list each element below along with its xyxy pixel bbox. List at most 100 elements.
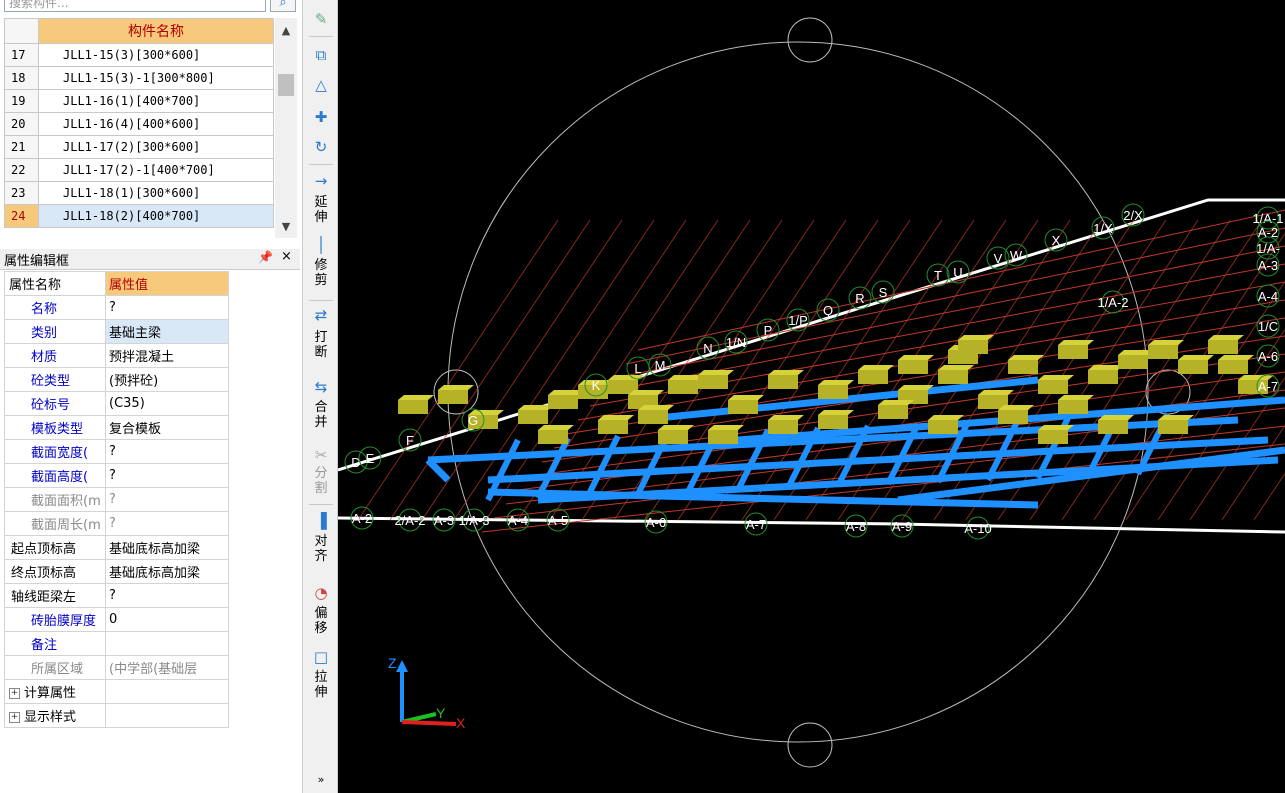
concrete-block-top xyxy=(768,370,804,375)
break-icon[interactable]: ⇄ xyxy=(309,306,333,324)
property-value[interactable]: 预拌混凝土 xyxy=(105,343,229,368)
pin-icon[interactable]: 📌 xyxy=(258,250,273,264)
close-icon[interactable]: × xyxy=(281,249,292,264)
property-value[interactable]: 复合模板 xyxy=(105,415,229,440)
move-icon[interactable]: ✚ xyxy=(309,108,333,126)
component-row[interactable]: 21 JLL1-17(2)[300*600] xyxy=(4,135,274,159)
property-group[interactable]: + 显示样式 xyxy=(4,703,106,728)
offset-button[interactable]: 偏移 xyxy=(312,606,330,636)
axis-label: A-3 xyxy=(1258,258,1278,273)
merge-button[interactable]: 合并 xyxy=(312,400,330,430)
scroll-thumb[interactable] xyxy=(278,74,294,96)
component-row[interactable]: 20 JLL1-16(4)[400*600] xyxy=(4,112,274,136)
split-button[interactable]: 分割 xyxy=(312,466,330,496)
component-name[interactable]: JLL1-17(2)[300*600] xyxy=(38,135,274,159)
merge-icon[interactable]: ⇆ xyxy=(309,378,333,396)
rotate-icon[interactable]: ↻ xyxy=(309,138,333,156)
property-group-row[interactable]: + 计算属性 xyxy=(4,679,229,704)
3d-viewport[interactable]: D E F G K L M N 1/N P 1/P Q R S T U V W X 1/X 2/X 1/A-2 A-2 2/A… xyxy=(338,0,1285,793)
component-name-header[interactable]: 构件名称 xyxy=(38,18,274,44)
more-button[interactable]: » xyxy=(311,772,331,787)
extend-button[interactable]: 延伸 xyxy=(312,195,330,225)
component-name[interactable]: JLL1-18(1)[300*600] xyxy=(38,181,274,205)
foundation-beam xyxy=(535,436,571,500)
property-name: 模板类型 xyxy=(4,415,106,440)
property-row[interactable]: 起点顶标高 基础底标高加梁 xyxy=(4,535,229,560)
property-value[interactable]: ? xyxy=(105,583,229,608)
offset-icon[interactable]: ◔ xyxy=(309,584,333,602)
component-name[interactable]: JLL1-15(3)-1[300*800] xyxy=(38,66,274,90)
component-row[interactable]: 17 JLL1-15(3)[300*600] xyxy=(4,43,274,67)
component-row[interactable]: 22 JLL1-17(2)-1[400*700] xyxy=(4,158,274,182)
property-row[interactable]: 截面高度(? xyxy=(4,463,229,488)
component-table-scrollbar[interactable]: ▲ ▼ xyxy=(275,18,297,238)
component-name[interactable]: JLL1-16(4)[400*600] xyxy=(38,112,274,136)
model-canvas[interactable]: D EFGKL MN 1/NP1/PQR ST UV WX1/X2/X1/A-2A-2 2/A… xyxy=(338,0,1285,793)
trim-icon[interactable]: │ xyxy=(309,236,333,254)
stretch-icon[interactable]: □ xyxy=(309,648,333,666)
search-button[interactable]: ⌕ xyxy=(270,0,296,12)
scroll-down-icon[interactable]: ▼ xyxy=(275,218,297,236)
property-row[interactable]: 名称? xyxy=(4,295,229,320)
concrete-block-top xyxy=(728,395,764,400)
component-name[interactable]: JLL1-18(2)[400*700] xyxy=(38,204,274,228)
trim-button[interactable]: 修剪 xyxy=(312,258,330,288)
component-name[interactable]: JLL1-16(1)[400*700] xyxy=(38,89,274,113)
property-row[interactable]: 终点顶标高 基础底标高加梁 xyxy=(4,559,229,584)
search-input[interactable]: 搜索构件... xyxy=(4,0,266,12)
property-value[interactable]: 0 xyxy=(105,607,229,632)
align-icon[interactable]: ▐ xyxy=(309,512,333,530)
brush-icon[interactable]: ✎ xyxy=(309,10,333,28)
component-row[interactable]: 23 JLL1-18(1)[300*600] xyxy=(4,181,274,205)
property-row[interactable]: 类别 基础主梁 xyxy=(4,319,229,344)
property-row[interactable]: 截面宽度(? xyxy=(4,439,229,464)
break-button[interactable]: 打断 xyxy=(312,330,330,360)
property-name-header: 属性名称 xyxy=(4,271,106,296)
scroll-up-icon[interactable]: ▲ xyxy=(275,22,297,40)
concrete-block xyxy=(598,420,628,434)
concrete-block xyxy=(1058,400,1088,414)
property-row[interactable]: 材质 预拌混凝土 xyxy=(4,343,229,368)
property-value[interactable]: 基础底标高加梁 xyxy=(105,535,229,560)
property-value[interactable]: ? xyxy=(105,295,229,320)
property-group[interactable]: + 计算属性 xyxy=(4,679,106,704)
property-row[interactable]: 模板类型 复合模板 xyxy=(4,415,229,440)
mirror-icon[interactable]: △ xyxy=(309,76,333,94)
property-row[interactable]: 截面面积(m? xyxy=(4,487,229,512)
property-row[interactable]: 截面周长(m? xyxy=(4,511,229,536)
property-value[interactable]: (C35) xyxy=(105,391,229,416)
component-name[interactable]: JLL1-15(3)[300*600] xyxy=(38,43,274,67)
property-value[interactable]: ? xyxy=(105,511,229,536)
copy-icon[interactable]: ⧉ xyxy=(309,46,333,64)
concrete-block xyxy=(1098,420,1128,434)
property-value[interactable]: ? xyxy=(105,487,229,512)
extend-icon[interactable]: → xyxy=(309,172,333,190)
row-number: 23 xyxy=(4,181,39,205)
row-number: 21 xyxy=(4,135,39,159)
property-value[interactable]: ? xyxy=(105,463,229,488)
property-row[interactable]: 所属区域 (中学部(基础层 xyxy=(4,655,229,680)
component-row[interactable]: 24 JLL1-18(2)[400*700] xyxy=(4,204,274,228)
property-value[interactable]: ? xyxy=(105,439,229,464)
property-group-row[interactable]: + 显示样式 xyxy=(4,703,229,728)
component-row[interactable]: 19 JLL1-16(1)[400*700] xyxy=(4,89,274,113)
property-row[interactable]: 砼标号 (C35) xyxy=(4,391,229,416)
property-value[interactable]: (预拌砼) xyxy=(105,367,229,392)
property-row[interactable]: 砖胎膜厚度 0 xyxy=(4,607,229,632)
expand-icon[interactable]: + xyxy=(9,688,20,699)
property-value[interactable]: 基础底标高加梁 xyxy=(105,559,229,584)
align-button[interactable]: 对齐 xyxy=(312,534,330,564)
property-value[interactable] xyxy=(105,631,229,656)
expand-icon[interactable]: + xyxy=(9,712,20,723)
property-row[interactable]: 轴线距梁左? xyxy=(4,583,229,608)
component-row[interactable]: 18 JLL1-15(3)-1[300*800] xyxy=(4,66,274,90)
property-value[interactable]: (中学部(基础层 xyxy=(105,655,229,680)
stretch-button[interactable]: 拉伸 xyxy=(312,670,330,700)
property-row[interactable]: 备注 xyxy=(4,631,229,656)
property-value[interactable]: 基础主梁 xyxy=(105,319,229,344)
property-row[interactable]: 砼类型 (预拌砼) xyxy=(4,367,229,392)
concrete-block xyxy=(658,430,688,444)
split-icon[interactable]: ✂ xyxy=(309,446,333,464)
search-icon: ⌕ xyxy=(279,0,287,10)
component-name[interactable]: JLL1-17(2)-1[400*700] xyxy=(38,158,274,182)
